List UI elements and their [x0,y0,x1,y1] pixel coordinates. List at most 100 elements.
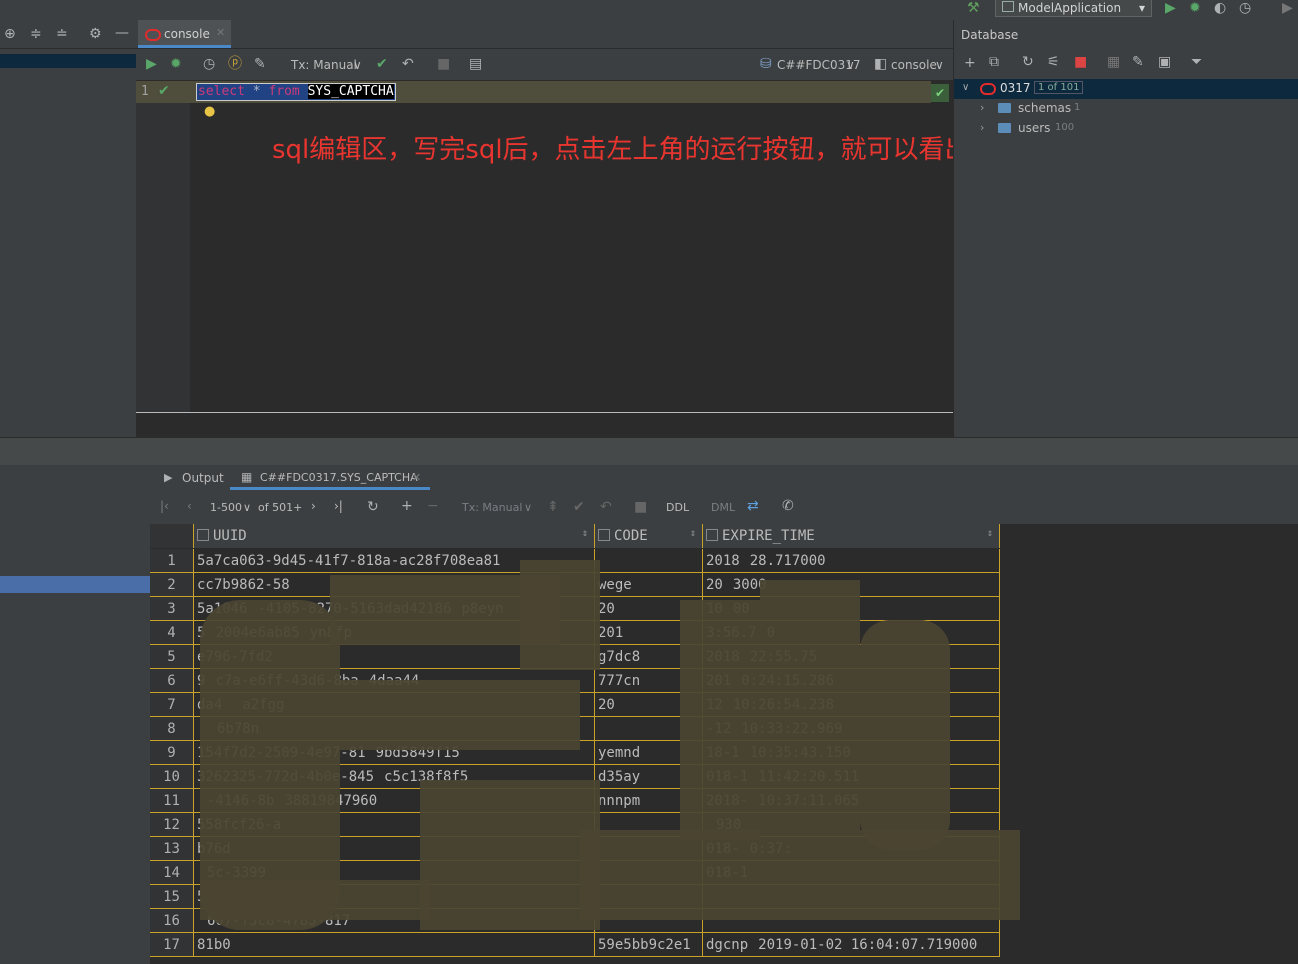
cell-code[interactable] [594,836,703,861]
cell-code[interactable] [594,716,703,741]
cell-expire-time[interactable]: 2018- 10:37:11.065 [702,788,1000,813]
cell-expire-time[interactable]: 3:56.7 0 [702,620,1000,645]
cell-expire-time[interactable]: 018- 0:37: [702,836,1000,861]
table-view-icon[interactable]: ▤ [469,57,482,71]
gear-icon[interactable]: ⚙ [89,27,102,41]
profile-icon[interactable]: ◷ [1239,1,1251,15]
cell-code[interactable]: wege [594,572,703,597]
execute-icon[interactable]: ▶ [146,57,157,71]
table-row[interactable]: 7 da4 a2fgg 20 12 10:26:54.238 [150,692,1000,717]
refresh-icon[interactable]: ↻ [367,500,379,514]
cell-code[interactable] [594,908,703,933]
add-icon[interactable]: + [964,56,976,70]
refresh-icon[interactable]: ↻ [1022,55,1034,69]
sort-icon[interactable]: ⇕ [690,528,696,539]
table-row[interactable]: 5 e796-7fd2 g7dc8 2018 22:55.75 [150,644,1000,669]
table-row[interactable]: 2 cc7b9862-58 wege 20 3000 [150,572,1000,597]
cell-uuid[interactable]: 5ac53c-d237-4 [193,884,595,909]
rollback-icon[interactable]: ↶ [402,57,414,71]
table-row[interactable]: 17 81b0 59e5bb9c2e1 dgcnp 2019-01-02 16:04:0… [150,932,1000,957]
sql-statement[interactable]: select * from SYS_CAPTCHA [196,83,396,101]
bulb-icon[interactable]: ● [204,104,215,119]
tab-result[interactable]: ▦ C##FDC0317.SYS_CAPTCHA ✕ [230,465,430,490]
column-header-expire-time[interactable]: EXPIRE_TIME ⇕ [702,524,1000,549]
cell-code[interactable]: 20 [594,596,703,621]
cell-uuid[interactable]: 154f7d2-2509-4e97-81 9bd5849f15 [193,740,595,765]
cell-expire-time[interactable] [702,908,1000,933]
filter-icon[interactable]: ⏷ [1191,55,1202,69]
cell-code[interactable]: 777cn [594,668,703,693]
target-icon[interactable]: ⊕ [4,27,16,41]
collapse-all-icon[interactable]: ≐ [56,27,68,41]
explain-plan-icon[interactable]: ⓟ [228,57,242,71]
cell-uuid[interactable]: e796-7fd2 [193,644,595,669]
cell-expire-time[interactable]: 930 [702,812,1000,837]
cell-code[interactable]: yemnd [594,740,703,765]
copy-icon[interactable]: ⧉ [989,55,999,69]
table-row[interactable]: 15 5ac53c-d237-4 [150,884,1000,909]
submit-icon[interactable]: ⇞ [547,500,559,514]
table-row[interactable]: 14 5c-3399 018-1 [150,860,1000,885]
cell-expire-time[interactable]: 10 00 [702,596,1000,621]
session-select[interactable]: console [891,58,937,72]
cell-expire-time[interactable]: 20 3000 [702,572,1000,597]
build-hammer-icon[interactable]: ⚒ [967,1,980,15]
pin-icon[interactable]: ✆ [782,499,794,513]
panel-splitter[interactable] [0,437,1298,466]
ddl-button[interactable]: DDL [666,501,689,514]
sql-console-icon[interactable]: ▣ [1158,55,1171,69]
cell-uuid[interactable]: 5c-3399 [193,860,595,885]
stop-icon[interactable]: ■ [1074,55,1087,69]
table-row[interactable]: 16 607-f3c8-4783-817 [150,908,1000,933]
cell-expire-time[interactable]: 018-1 11:42:20.511 [702,764,1000,789]
history-icon[interactable]: ◷ [203,57,215,71]
table-row[interactable]: 8 6b78n -12 10:33:22.969 [150,716,1000,741]
table-row[interactable]: 1 5a7ca063-9d45-41f7-818a-ac28f708ea81 201… [150,548,1000,573]
rollback-icon[interactable]: ↶ [600,500,612,514]
cell-code[interactable] [594,812,703,837]
chevron-right-icon[interactable]: › [980,101,984,114]
next-page-icon[interactable]: › [311,499,316,513]
column-header-code[interactable]: CODE ⇕ [594,524,703,549]
commit-icon[interactable]: ✔ [376,57,388,71]
debug-icon[interactable]: ✹ [1189,1,1201,15]
chevron-down-icon[interactable]: ∨ [962,82,969,93]
cell-code[interactable]: 59e5bb9c2e1 [594,932,703,957]
cell-uuid[interactable]: 6b78n [193,716,595,741]
tree-item-schemas[interactable]: › schemas 1 [954,99,1298,119]
column-header-uuid[interactable]: UUID ⇕ [193,524,595,549]
tx-mode-select[interactable]: Tx: Manual [291,58,357,72]
debug-icon[interactable]: ✹ [170,57,182,71]
tree-item-users[interactable]: › users 100 [954,119,1298,139]
edit-properties-icon[interactable]: ⚟ [1047,55,1060,69]
cell-uuid[interactable]: da4 a2fgg [193,692,595,717]
cell-uuid[interactable]: cc7b9862-58 [193,572,595,597]
run-more-icon[interactable]: ▶ [1282,1,1293,15]
first-page-icon[interactable]: |‹ [160,499,169,513]
chevron-right-icon[interactable]: › [980,121,984,134]
cell-expire-time[interactable]: 2018 28.717000 [702,548,1000,573]
cell-code[interactable]: d35ay [594,764,703,789]
cell-expire-time[interactable]: 12 10:26:54.238 [702,692,1000,717]
table-row[interactable]: 4 5 2004e6ab85 yn8fp 201 3:56.7 0 [150,620,1000,645]
cell-expire-time[interactable]: dgcnp 2019-01-02 16:04:07.719000 [702,932,1000,957]
cell-code[interactable]: nnnpm [594,788,703,813]
cell-uuid[interactable]: 3262325-772d-4b0e-845 c5c138f8f5 [193,764,595,789]
cell-uuid[interactable]: 558fcf26-a [193,812,595,837]
tab-console[interactable]: console ✕ [138,20,231,48]
compare-icon[interactable]: ⇄ [747,499,759,513]
table-row[interactable]: 10 3262325-772d-4b0e-845 c5c138f8f5 d35ay 01… [150,764,1000,789]
prev-page-icon[interactable]: ‹ [187,499,192,513]
cell-expire-time[interactable]: 18-1 10:35:43.150 [702,740,1000,765]
sort-icon[interactable]: ⇕ [987,528,993,539]
close-icon[interactable]: ✕ [412,471,421,484]
cell-uuid[interactable]: 5a7ca063-9d45-41f7-818a-ac28f708ea81 [193,548,595,573]
add-row-icon[interactable]: + [401,499,413,513]
stop-icon[interactable]: ■ [437,57,450,71]
cell-expire-time[interactable]: 018-1 [702,860,1000,885]
cell-uuid[interactable]: 81b0 [193,932,595,957]
cell-code[interactable]: 20 [594,692,703,717]
delete-row-icon[interactable]: − [427,499,439,513]
tx-mode-select[interactable]: Tx: Manual [462,501,522,514]
cell-uuid[interactable]: 9 c7a-e6ff-43d6-8ba 4daa44 [193,668,595,693]
